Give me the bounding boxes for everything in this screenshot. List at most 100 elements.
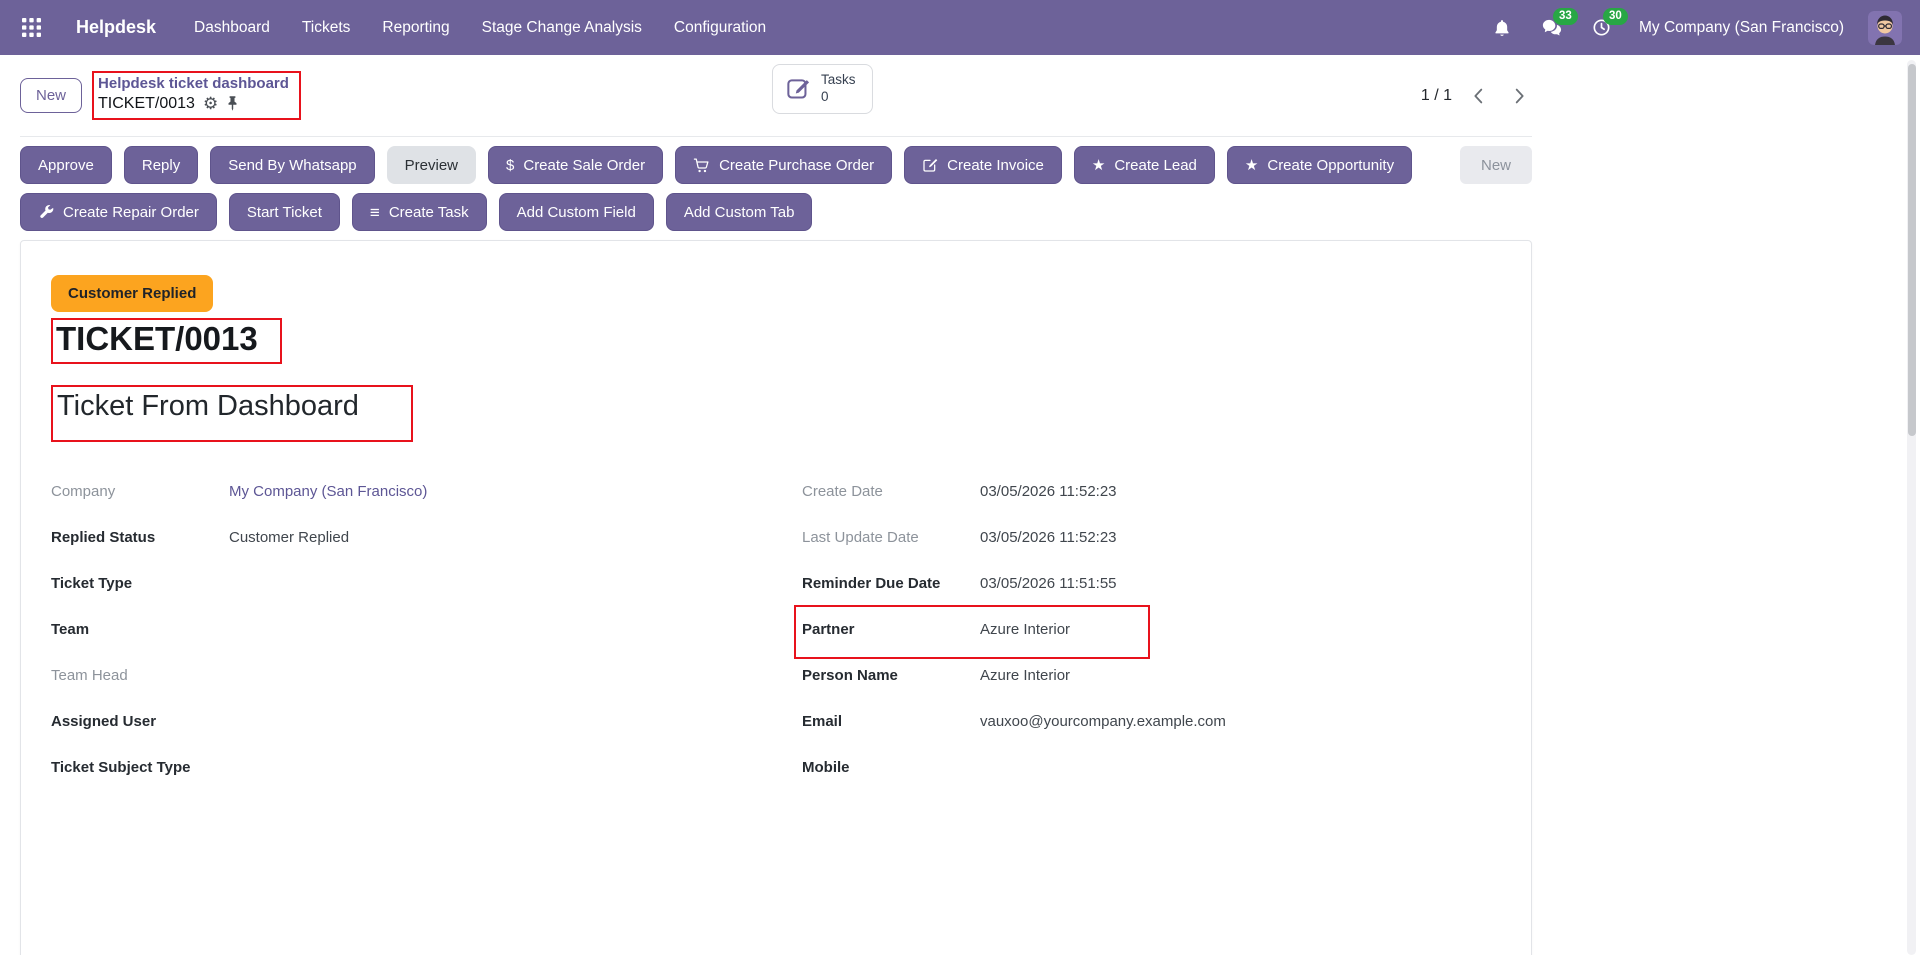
notifications-bell-icon[interactable] xyxy=(1489,15,1515,41)
breadcrumb-parent-link[interactable]: Helpdesk ticket dashboard xyxy=(98,75,289,94)
main-menu: Dashboard Tickets Reporting Stage Change… xyxy=(190,13,770,43)
field-row: Replied Status Customer Replied xyxy=(51,515,750,561)
action-button[interactable]: Create Repair Order xyxy=(20,193,217,231)
field-row: Mobile xyxy=(802,745,1501,791)
tasks-smart-button[interactable]: Tasks 0 xyxy=(772,64,873,114)
field-value[interactable]: 03/05/2026 11:51:55 xyxy=(980,575,1501,592)
form-status-new[interactable]: New xyxy=(1460,146,1532,184)
app-brand[interactable]: Helpdesk xyxy=(76,17,156,38)
field-label: Mobile xyxy=(802,759,980,776)
pager-count: 1 / 1 xyxy=(1421,87,1452,105)
nav-menu-item[interactable]: Stage Change Analysis xyxy=(478,13,646,43)
list-icon: ≡ xyxy=(370,204,380,221)
gear-icon[interactable]: ⚙ xyxy=(203,95,218,112)
field-row: Ticket Subject Type xyxy=(51,745,750,791)
field-label: Ticket Type xyxy=(51,575,229,592)
activities-count-badge: 30 xyxy=(1603,8,1628,26)
field-row: Company My Company (San Francisco) xyxy=(51,469,750,515)
action-button[interactable]: ★ Create Lead xyxy=(1074,146,1215,184)
pin-icon[interactable] xyxy=(226,95,239,112)
field-value[interactable]: My Company (San Francisco) xyxy=(229,483,750,500)
dollar-icon: $ xyxy=(506,158,514,173)
nav-menu-item[interactable]: Configuration xyxy=(670,13,770,43)
action-button[interactable]: Send By Whatsapp xyxy=(210,146,374,184)
action-button[interactable]: Preview xyxy=(387,146,476,184)
field-value[interactable]: Azure Interior xyxy=(980,621,1501,638)
field-row: Assigned User xyxy=(51,699,750,745)
field-label: Team xyxy=(51,621,229,638)
ticket-name-annotation-box: TICKET/0013 xyxy=(51,318,282,364)
stage-status-badge: Customer Replied xyxy=(51,275,213,312)
vertical-scrollbar xyxy=(1907,60,1916,955)
scrollbar-thumb[interactable] xyxy=(1908,64,1916,436)
action-button[interactable]: ★ Create Opportunity xyxy=(1227,146,1412,184)
field-value[interactable]: Customer Replied xyxy=(229,529,750,546)
messages-count-badge: 33 xyxy=(1553,8,1578,26)
control-panel: New Helpdesk ticket dashboard TICKET/001… xyxy=(20,55,1532,137)
field-row: Reminder Due Date 03/05/2026 11:51:55 xyxy=(802,561,1501,607)
field-row: Team Head xyxy=(51,653,750,699)
field-value[interactable]: vauxoo@yourcompany.example.com xyxy=(980,713,1501,730)
field-row: Partner Azure Interior xyxy=(802,607,1501,653)
top-navbar: Helpdesk Dashboard Tickets Reporting Sta… xyxy=(0,0,1920,55)
action-button-area: Approve Reply Send By Whatsapp Preview xyxy=(20,137,1532,231)
field-row: Email vauxoo@yourcompany.example.com xyxy=(802,699,1501,745)
pencil-square-icon xyxy=(785,75,812,102)
apps-grid-icon[interactable] xyxy=(14,11,48,45)
activities-clock-icon[interactable]: 30 xyxy=(1589,15,1615,41)
field-value[interactable]: 03/05/2026 11:52:23 xyxy=(980,529,1501,546)
field-row: Team xyxy=(51,607,750,653)
field-label: Person Name xyxy=(802,667,980,684)
action-button[interactable]: Start Ticket xyxy=(229,193,340,231)
field-label: Assigned User xyxy=(51,713,229,730)
action-button[interactable]: Reply xyxy=(124,146,198,184)
pager-next-icon[interactable] xyxy=(1506,83,1532,109)
star-icon: ★ xyxy=(1092,158,1105,173)
wrench-icon xyxy=(38,204,54,220)
company-switcher[interactable]: My Company (San Francisco) xyxy=(1639,19,1844,37)
pager: 1 / 1 xyxy=(1421,83,1532,109)
field-row: Create Date 03/05/2026 11:52:23 xyxy=(802,469,1501,515)
field-label: Create Date xyxy=(802,483,980,500)
pager-previous-icon[interactable] xyxy=(1466,83,1492,109)
action-row-1: Approve Reply Send By Whatsapp Preview xyxy=(20,146,1532,184)
nav-menu-item[interactable]: Dashboard xyxy=(190,13,274,43)
field-label: Team Head xyxy=(51,667,229,684)
ticket-subject-annotation-box: Ticket From Dashboard xyxy=(51,385,413,441)
action-button[interactable]: Create Purchase Order xyxy=(675,146,892,184)
new-record-button[interactable]: New xyxy=(20,78,82,113)
tasks-label: Tasks xyxy=(821,72,856,89)
breadcrumb: Helpdesk ticket dashboard TICKET/0013 ⚙ xyxy=(92,71,301,120)
user-avatar[interactable] xyxy=(1868,11,1902,45)
field-label: Company xyxy=(51,483,229,500)
action-row-2: Create Repair Order Start Ticket ≡ Creat… xyxy=(20,193,1532,231)
ticket-name: TICKET/0013 xyxy=(56,321,258,357)
field-label: Email xyxy=(802,713,980,730)
tasks-count: 0 xyxy=(821,89,856,106)
action-button[interactable]: Create Invoice xyxy=(904,146,1062,184)
action-button[interactable]: Add Custom Tab xyxy=(666,193,813,231)
field-grid: Company My Company (San Francisco) Repli… xyxy=(51,469,1501,791)
field-column-left: Company My Company (San Francisco) Repli… xyxy=(51,469,750,791)
field-label: Last Update Date xyxy=(802,529,980,546)
cart-icon xyxy=(693,157,710,174)
field-value[interactable]: Azure Interior xyxy=(980,667,1501,684)
ticket-form-sheet: Customer Replied TICKET/0013 Ticket From… xyxy=(20,240,1532,955)
nav-menu-item[interactable]: Tickets xyxy=(298,13,355,43)
messages-icon[interactable]: 33 xyxy=(1539,15,1565,41)
action-button[interactable]: ≡ Create Task xyxy=(352,193,487,231)
field-row: Person Name Azure Interior xyxy=(802,653,1501,699)
field-value[interactable]: 03/05/2026 11:52:23 xyxy=(980,483,1501,500)
star-icon: ★ xyxy=(1245,158,1258,173)
action-button[interactable]: Add Custom Field xyxy=(499,193,654,231)
nav-menu-item[interactable]: Reporting xyxy=(378,13,453,43)
field-label: Ticket Subject Type xyxy=(51,759,229,776)
field-row: Last Update Date 03/05/2026 11:52:23 xyxy=(802,515,1501,561)
breadcrumb-current: TICKET/0013 xyxy=(98,94,195,114)
field-row: Ticket Type xyxy=(51,561,750,607)
edit-icon xyxy=(922,157,938,173)
action-button[interactable]: $ Create Sale Order xyxy=(488,146,663,184)
ticket-subject: Ticket From Dashboard xyxy=(57,390,359,423)
action-button[interactable]: Approve xyxy=(20,146,112,184)
field-label: Replied Status xyxy=(51,529,229,546)
